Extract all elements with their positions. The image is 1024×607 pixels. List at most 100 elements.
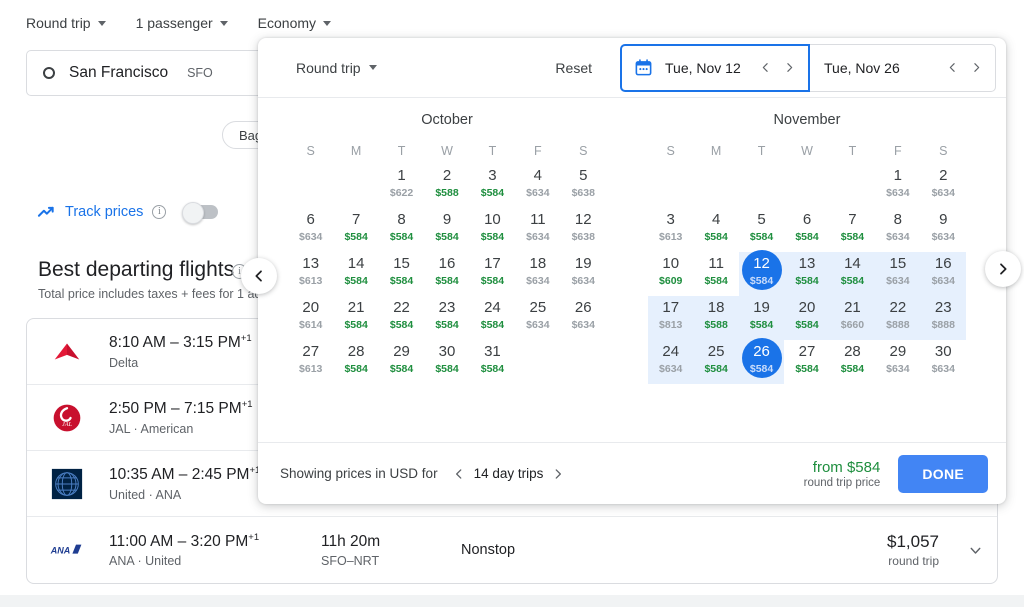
month-title: November [773, 112, 841, 128]
calendar-day-october-20[interactable]: 20 $614 [288, 296, 333, 340]
calendar-day-november-25[interactable]: 25 $584 [693, 340, 738, 384]
departure-date-field[interactable]: Tue, Nov 12 [620, 43, 810, 92]
calendar-day-october-14[interactable]: 14 $584 [333, 252, 378, 296]
calendar-day-october-17[interactable]: 17 $584 [470, 252, 515, 296]
date-picker-trip-type-selector[interactable]: Round trip [296, 60, 377, 76]
calendar-day-october-30[interactable]: 30 $584 [424, 340, 469, 384]
calendar-day-november-18[interactable]: 18 $588 [693, 296, 738, 340]
calendar-day-october-12[interactable]: 12 $638 [561, 208, 606, 252]
previous-page-button[interactable] [241, 258, 277, 294]
calendar-day-november-6[interactable]: 6 $584 [784, 208, 829, 252]
calendar-day-october-6[interactable]: 6 $634 [288, 208, 333, 252]
calendar-day-number: 7 [848, 211, 857, 228]
calendar-day-october-31[interactable]: 31 $584 [470, 340, 515, 384]
calendar-day-november-26[interactable]: 26 $584 [739, 340, 784, 384]
calendar-day-october-3[interactable]: 3 $584 [470, 164, 515, 208]
calendar-day-november-4[interactable]: 4 $584 [693, 208, 738, 252]
calendar-day-november-3[interactable]: 3 $613 [648, 208, 693, 252]
chevron-left-icon [949, 63, 955, 72]
next-page-button[interactable] [985, 251, 1021, 287]
trip-length-prev-button[interactable] [448, 463, 470, 485]
calendar-day-october-9[interactable]: 9 $584 [424, 208, 469, 252]
calendar-week: 10 $609 11 $584 12 $584 13 $584 14 $584 15 $634 16 $6… [648, 252, 966, 296]
calendar-day-number: 29 [393, 343, 410, 360]
calendar-day-november-11[interactable]: 11 $584 [693, 252, 738, 296]
calendar-day-number: 2 [442, 167, 452, 184]
calendar-day-november-30[interactable]: 30 $634 [921, 340, 966, 384]
done-button[interactable]: DONE [898, 454, 988, 493]
calendar-day-october-24[interactable]: 24 $584 [470, 296, 515, 340]
departure-prev-day-button[interactable] [754, 55, 776, 81]
calendar-day-november-12[interactable]: 12 $584 [739, 252, 784, 296]
passengers-selector[interactable]: 1 passenger [136, 15, 228, 31]
calendar-day-november-13[interactable]: 13 $584 [784, 252, 829, 296]
dow-label-5: F [534, 144, 542, 158]
info-icon[interactable]: i [152, 205, 167, 219]
calendar-day-october-2[interactable]: 2 $588 [424, 164, 469, 208]
dow-label-3: W [441, 144, 453, 158]
calendar-day-november-29[interactable]: 29 $634 [875, 340, 920, 384]
calendar-day-october-8[interactable]: 8 $584 [379, 208, 424, 252]
svg-text:JAL: JAL [62, 421, 73, 428]
table-row[interactable]: ANA 11:00 AM – 3:20 PM+1 ANA · United 11… [27, 517, 997, 583]
calendar-day-october-1[interactable]: 1 $622 [379, 164, 424, 208]
calendar-day-october-23[interactable]: 23 $584 [424, 296, 469, 340]
calendar-day-october-19[interactable]: 19 $634 [561, 252, 606, 296]
calendar-day-november-20[interactable]: 20 $584 [784, 296, 829, 340]
calendar-day-november-1[interactable]: 1 $634 [875, 164, 920, 208]
calendar-day-october-22[interactable]: 22 $584 [379, 296, 424, 340]
trip-length-next-button[interactable] [547, 463, 569, 485]
calendar-day-october-26[interactable]: 26 $634 [561, 296, 606, 340]
cabin-class-selector[interactable]: Economy [258, 15, 332, 31]
calendar-day-november-21[interactable]: 21 $660 [830, 296, 875, 340]
calendar-day-november-24[interactable]: 24 $634 [648, 340, 693, 384]
calendar-day-october-28[interactable]: 28 $584 [333, 340, 378, 384]
calendar-day-november-27[interactable]: 27 $584 [784, 340, 829, 384]
return-next-day-button[interactable] [965, 55, 987, 81]
month-grid: 1 $634 2 $634 3 $613 4 $584 5 $584 6 $584 7 $584 8 $634… [648, 164, 966, 384]
calendar-day-october-7[interactable]: 7 $584 [333, 208, 378, 252]
return-prev-day-button[interactable] [941, 55, 963, 81]
calendar-month-october: October S M T W T F S 1 $622 2 $588 3 $584 4 $634 5 $63… [288, 112, 606, 442]
calendar-day-number: 30 [934, 343, 952, 360]
calendar-day-number: 2 [939, 167, 948, 184]
track-prices-label[interactable]: Track prices [65, 204, 143, 220]
calendar-day-november-28[interactable]: 28 $584 [830, 340, 875, 384]
calendar-day-october-16[interactable]: 16 $584 [424, 252, 469, 296]
calendar-day-october-13[interactable]: 13 $613 [288, 252, 333, 296]
calendar-day-october-5[interactable]: 5 $638 [561, 164, 606, 208]
calendar-day-november-23[interactable]: 23 $888 [921, 296, 966, 340]
track-prices-toggle[interactable] [182, 202, 219, 224]
calendar-day-november-9[interactable]: 9 $634 [921, 208, 966, 252]
calendar-day-october-11[interactable]: 11 $634 [515, 208, 560, 252]
calendar-day-october-15[interactable]: 15 $584 [379, 252, 424, 296]
trip-type-label: Round trip [26, 15, 91, 31]
calendar-day-october-10[interactable]: 10 $584 [470, 208, 515, 252]
dow-label-2: T [397, 144, 406, 158]
expand-row-icon[interactable] [953, 542, 997, 559]
calendar-day-november-16[interactable]: 16 $634 [921, 252, 966, 296]
calendar-day-november-10[interactable]: 10 $609 [648, 252, 693, 296]
reset-button[interactable]: Reset [545, 54, 602, 82]
departure-next-day-button[interactable] [778, 55, 800, 81]
calendar-day-november-8[interactable]: 8 $634 [875, 208, 920, 252]
calendar-day-number: 10 [662, 255, 680, 272]
calendar-day-number: 23 [934, 299, 952, 316]
calendar-day-november-5[interactable]: 5 $584 [739, 208, 784, 252]
calendar-day-october-4[interactable]: 4 $634 [515, 164, 560, 208]
calendar-day-november-22[interactable]: 22 $888 [875, 296, 920, 340]
calendar-day-october-25[interactable]: 25 $634 [515, 296, 560, 340]
calendar-day-october-21[interactable]: 21 $584 [333, 296, 378, 340]
calendar-day-november-17[interactable]: 17 $813 [648, 296, 693, 340]
trip-type-selector[interactable]: Round trip [26, 15, 106, 31]
calendar-day-october-18[interactable]: 18 $634 [515, 252, 560, 296]
calendar-day-november-15[interactable]: 15 $634 [875, 252, 920, 296]
calendar-day-october-29[interactable]: 29 $584 [379, 340, 424, 384]
calendar-day-price: $584 [344, 275, 368, 287]
calendar-day-november-14[interactable]: 14 $584 [830, 252, 875, 296]
return-date-field[interactable]: Tue, Nov 26 [810, 43, 996, 92]
calendar-day-november-19[interactable]: 19 $584 [739, 296, 784, 340]
calendar-day-november-7[interactable]: 7 $584 [830, 208, 875, 252]
calendar-day-november-2[interactable]: 2 $634 [921, 164, 966, 208]
calendar-day-october-27[interactable]: 27 $613 [288, 340, 333, 384]
